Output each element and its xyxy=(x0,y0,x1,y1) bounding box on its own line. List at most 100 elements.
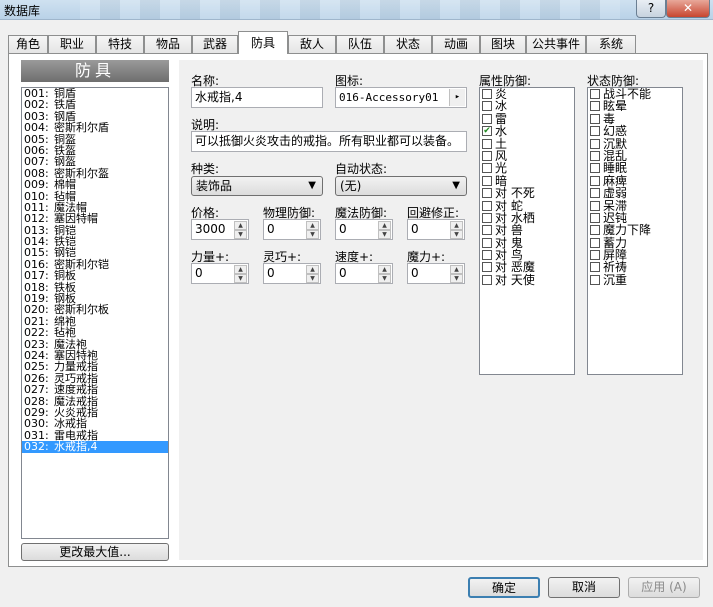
checkbox-icon[interactable] xyxy=(590,163,600,174)
checkbox-icon[interactable] xyxy=(482,150,492,161)
armor-list[interactable]: 001: 铜盾 002: 铁盾 003: 钢盾 004: 密斯利尔盾 005: 铜盔 006: 铁盔 0… xyxy=(21,87,169,539)
spin-up-icon[interactable]: ▲ xyxy=(306,265,319,274)
list-item[interactable]: 009: 棉帽 xyxy=(22,179,168,190)
checkbox-icon[interactable] xyxy=(590,138,600,149)
checkbox-icon[interactable] xyxy=(590,225,600,236)
list-item-number: 003: xyxy=(24,109,49,123)
spin-up-icon[interactable]: ▲ xyxy=(378,265,391,274)
checkbox-icon[interactable] xyxy=(482,225,492,236)
tab-3[interactable]: 物品 xyxy=(144,35,192,54)
checkbox-icon[interactable] xyxy=(482,89,492,99)
checkbox-icon[interactable] xyxy=(482,175,492,186)
tab-11[interactable]: 公共事件 xyxy=(526,35,586,54)
armor-editor: 名称: 水戒指,4 图标: 016-Accessory01 ▸ 说明: 可以抵御… xyxy=(179,60,703,560)
name-input[interactable]: 水戒指,4 xyxy=(191,87,323,108)
row1-spin-3[interactable]: 0 ▲ ▼ xyxy=(407,219,465,240)
checkbox-icon[interactable] xyxy=(590,212,600,223)
auto-state-select[interactable]: (无) ▼ xyxy=(335,176,467,196)
spin-up-icon[interactable]: ▲ xyxy=(450,265,463,274)
checkbox-icon[interactable] xyxy=(590,188,600,199)
checkbox-icon[interactable] xyxy=(482,138,492,149)
list-item-number: 014: xyxy=(24,235,49,249)
checkbox-icon[interactable] xyxy=(482,163,492,174)
checkbox-icon[interactable] xyxy=(482,250,492,261)
tab-12[interactable]: 系统 xyxy=(586,35,636,54)
list-item[interactable]: 022: 毡袍 xyxy=(22,327,168,338)
checkbox-icon[interactable] xyxy=(590,175,600,186)
states-item[interactable]: 沉重 xyxy=(588,274,682,286)
spin-down-icon[interactable]: ▼ xyxy=(306,230,319,239)
tab-4[interactable]: 武器 xyxy=(192,35,238,54)
row1-spin-1[interactable]: 0 ▲ ▼ xyxy=(263,219,321,240)
row1-spin-0[interactable]: 3000 ▲ ▼ xyxy=(191,219,249,240)
close-button[interactable]: ✕ xyxy=(666,0,710,18)
spin-up-icon[interactable]: ▲ xyxy=(378,221,391,230)
checkbox-icon[interactable] xyxy=(590,89,600,99)
checkbox-icon[interactable] xyxy=(590,200,600,211)
icon-picker-button[interactable]: ▸ xyxy=(449,89,465,106)
list-item-number: 025: xyxy=(24,360,49,374)
checkbox-checked-icon[interactable]: ✔ xyxy=(482,126,492,137)
checkbox-icon[interactable] xyxy=(590,237,600,248)
tab-0[interactable]: 角色 xyxy=(8,35,48,54)
checkbox-icon[interactable] xyxy=(482,237,492,248)
tab-7[interactable]: 队伍 xyxy=(336,35,384,54)
apply-button[interactable]: 应用 (A) xyxy=(628,577,700,598)
row2-spin-1[interactable]: 0 ▲ ▼ xyxy=(263,263,321,284)
spin-down-icon[interactable]: ▼ xyxy=(378,274,391,283)
kind-select[interactable]: 装饰品 ▼ xyxy=(191,176,323,196)
list-item[interactable]: 004: 密斯利尔盾 xyxy=(22,122,168,133)
spin-down-icon[interactable]: ▼ xyxy=(234,230,247,239)
checkbox-icon[interactable] xyxy=(482,262,492,273)
tab-2[interactable]: 特技 xyxy=(96,35,144,54)
help-button[interactable]: ? xyxy=(636,0,666,18)
list-item[interactable]: 032: 水戒指,4 xyxy=(22,441,168,453)
cancel-button[interactable]: 取消 xyxy=(548,577,620,598)
list-item-number: 002: xyxy=(24,98,49,112)
armor-panel: 防具 001: 铜盾 002: 铁盾 003: 钢盾 004: 密斯利尔盾 005: 铜盔 006:… xyxy=(8,53,708,567)
spin-up-icon[interactable]: ▲ xyxy=(234,265,247,274)
spin-up-icon[interactable]: ▲ xyxy=(450,221,463,230)
ok-button[interactable]: 确定 xyxy=(468,577,540,598)
list-item[interactable]: 012: 塞因特帽 xyxy=(22,213,168,224)
spin-value: 0 xyxy=(411,222,419,236)
spin-down-icon[interactable]: ▼ xyxy=(450,230,463,239)
checkbox-icon[interactable] xyxy=(482,212,492,223)
icon-input[interactable]: 016-Accessory01 ▸ xyxy=(335,87,467,108)
tab-1[interactable]: 职业 xyxy=(48,35,96,54)
checkbox-icon[interactable] xyxy=(590,101,600,112)
row1-spin-2[interactable]: 0 ▲ ▼ xyxy=(335,219,393,240)
row2-spin-2[interactable]: 0 ▲ ▼ xyxy=(335,263,393,284)
list-item-number: 031: xyxy=(24,428,49,442)
change-max-button[interactable]: 更改最大值... xyxy=(21,543,169,561)
spin-up-icon[interactable]: ▲ xyxy=(306,221,319,230)
checkbox-icon[interactable] xyxy=(590,274,600,285)
tab-5[interactable]: 防具 xyxy=(238,31,288,54)
checkbox-icon[interactable] xyxy=(590,126,600,137)
elements-item[interactable]: 对 天使 xyxy=(480,274,574,286)
checkbox-icon[interactable] xyxy=(482,200,492,211)
spin-down-icon[interactable]: ▼ xyxy=(234,274,247,283)
tab-8[interactable]: 状态 xyxy=(384,35,432,54)
row2-spin-3[interactable]: 0 ▲ ▼ xyxy=(407,263,465,284)
row2-spin-0[interactable]: 0 ▲ ▼ xyxy=(191,263,249,284)
spin-down-icon[interactable]: ▼ xyxy=(450,274,463,283)
checkbox-icon[interactable] xyxy=(590,250,600,261)
description-input[interactable]: 可以抵御火炎攻击的戒指。所有职业都可以装备。 xyxy=(191,131,467,152)
checkbox-icon[interactable] xyxy=(590,113,600,124)
spin-down-icon[interactable]: ▼ xyxy=(378,230,391,239)
tab-10[interactable]: 图块 xyxy=(480,35,526,54)
checkbox-icon[interactable] xyxy=(590,262,600,273)
list-item[interactable]: 017: 铜板 xyxy=(22,270,168,281)
checkbox-icon[interactable] xyxy=(482,274,492,285)
spin-value: 0 xyxy=(267,222,275,236)
checkbox-icon[interactable] xyxy=(590,150,600,161)
tab-6[interactable]: 敌人 xyxy=(288,35,336,54)
spin-down-icon[interactable]: ▼ xyxy=(306,274,319,283)
spin-up-icon[interactable]: ▲ xyxy=(234,221,247,230)
checkbox-icon[interactable] xyxy=(482,101,492,112)
checkbox-icon[interactable] xyxy=(482,188,492,199)
tab-9[interactable]: 动画 xyxy=(432,35,480,54)
checkbox-icon[interactable] xyxy=(482,113,492,124)
list-item-number: 015: xyxy=(24,246,49,260)
